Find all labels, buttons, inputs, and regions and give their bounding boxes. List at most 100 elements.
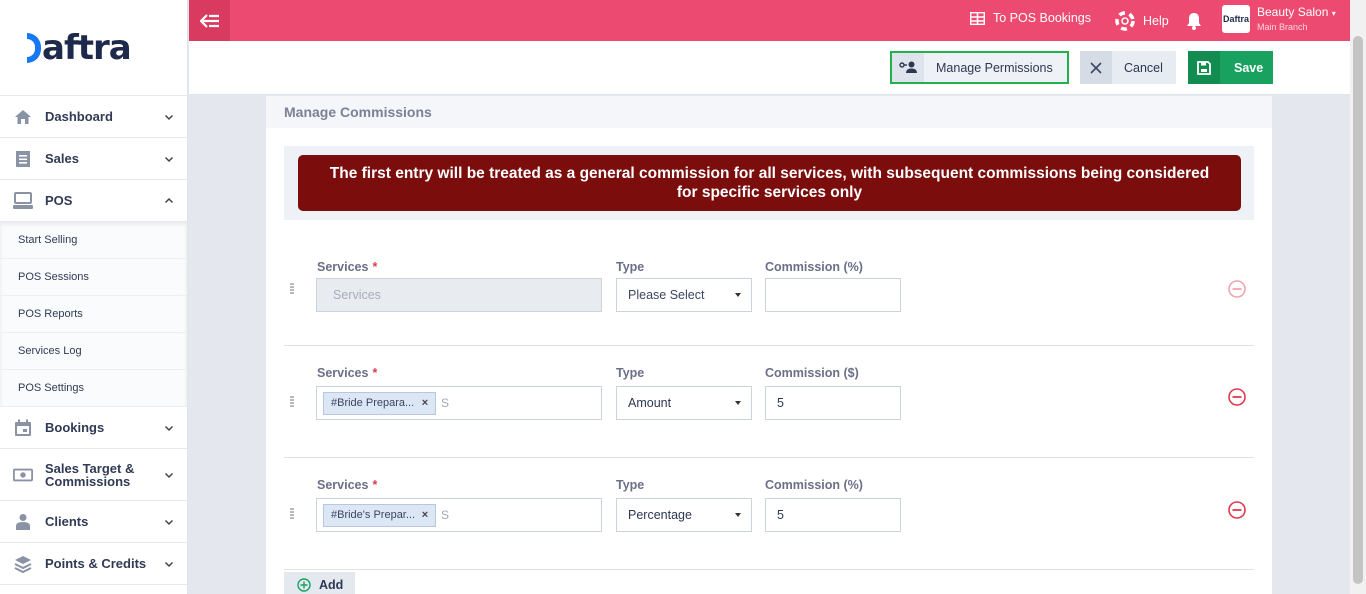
user-name: Beauty Salon bbox=[1257, 5, 1329, 19]
commission-row: Services * Type Commission (%) Services P… bbox=[284, 229, 1254, 341]
drag-handle-icon[interactable] bbox=[290, 396, 294, 408]
sidebar-item-pos[interactable]: POS bbox=[0, 180, 187, 222]
scrollbar-thumb[interactable] bbox=[1353, 36, 1363, 584]
alert-container: The first entry will be treated as a gen… bbox=[284, 146, 1254, 220]
commission-row: Services * Type Commission ($) #Bride Pre… bbox=[284, 345, 1254, 457]
type-select[interactable]: Please Select bbox=[616, 278, 752, 312]
page-scrollbar[interactable] bbox=[1350, 0, 1366, 594]
client-icon bbox=[13, 512, 33, 532]
sidebar-subitem-pos-sessions[interactable]: POS Sessions bbox=[0, 259, 187, 296]
required-mark: * bbox=[372, 366, 378, 380]
tag-remove-icon[interactable]: × bbox=[415, 397, 435, 409]
logo-mark-icon bbox=[27, 32, 41, 63]
logo-text: aftra bbox=[42, 27, 132, 68]
commission-row: Services * Type Commission (%) #Bride's P… bbox=[284, 457, 1254, 569]
commission-input[interactable]: 5 bbox=[765, 498, 901, 532]
sidebar-item-bookings[interactable]: Bookings bbox=[0, 407, 187, 449]
layers-icon bbox=[13, 554, 33, 574]
pos-submenu: Start Selling POS Sessions POS Reports S… bbox=[0, 222, 187, 407]
sidebar: aftra Dashboard Sales POS Start Selling … bbox=[0, 0, 188, 594]
sidebar-item-label: Points & Credits bbox=[45, 556, 147, 571]
type-value: Amount bbox=[628, 396, 672, 410]
services-label: Services * bbox=[317, 366, 378, 380]
save-label: Save bbox=[1234, 60, 1264, 75]
sidebar-item-label: Sales bbox=[45, 151, 79, 166]
commission-label: Commission (%) bbox=[765, 260, 863, 274]
sidebar-subitem-start-selling[interactable]: Start Selling bbox=[0, 222, 187, 259]
save-button[interactable]: Save bbox=[1188, 51, 1273, 84]
to-pos-bookings-link[interactable]: To POS Bookings bbox=[970, 11, 1091, 25]
calendar-icon bbox=[13, 418, 33, 438]
panel-title: Manage Commissions bbox=[266, 96, 1272, 128]
caret-down-icon bbox=[735, 513, 741, 517]
service-search-input[interactable]: S bbox=[441, 396, 449, 410]
services-select[interactable]: #Bride Prepara... × S bbox=[316, 386, 602, 420]
action-bar: Manage Permissions Cancel Save bbox=[189, 41, 1350, 95]
manage-permissions-label: Manage Permissions bbox=[936, 60, 1053, 75]
type-label: Type bbox=[616, 366, 645, 380]
required-mark: * bbox=[372, 260, 378, 274]
home-icon bbox=[13, 107, 33, 127]
sidebar-item-label: Bookings bbox=[45, 420, 105, 435]
user-menu[interactable]: Daftra Beauty Salon ▾ Main Branch bbox=[1222, 5, 1336, 33]
type-select[interactable]: Amount bbox=[616, 386, 752, 420]
chevron-down-icon bbox=[164, 519, 174, 525]
caret-down-icon bbox=[735, 401, 741, 405]
sidebar-subitem-pos-settings[interactable]: POS Settings bbox=[0, 370, 187, 407]
sidebar-item-label: Sales Target & Commissions bbox=[45, 460, 135, 489]
menu-collapse-button[interactable] bbox=[189, 0, 230, 41]
floppy-disk-icon bbox=[1188, 51, 1220, 84]
sidebar-item-clients[interactable]: Clients bbox=[0, 501, 187, 543]
sidebar-subitem-pos-reports[interactable]: POS Reports bbox=[0, 296, 187, 333]
pos-terminal-icon bbox=[13, 191, 33, 211]
table-grid-icon bbox=[970, 11, 985, 25]
user-branch: Main Branch bbox=[1257, 22, 1308, 32]
chevron-up-icon bbox=[164, 197, 174, 203]
chevron-down-icon bbox=[164, 114, 174, 120]
service-tag: #Bride's Prepar... × bbox=[323, 503, 436, 527]
sidebar-item-dashboard[interactable]: Dashboard bbox=[0, 96, 187, 138]
daftra-logo[interactable]: aftra bbox=[0, 0, 187, 96]
lifebuoy-icon bbox=[1115, 11, 1135, 31]
chevron-down-icon bbox=[164, 425, 174, 431]
notifications-button[interactable] bbox=[1186, 12, 1210, 30]
commission-info-alert: The first entry will be treated as a gen… bbox=[298, 155, 1241, 211]
type-select[interactable]: Percentage bbox=[616, 498, 752, 532]
sidebar-item-sales[interactable]: Sales bbox=[0, 138, 187, 180]
sidebar-item-sales-target[interactable]: Sales Target & Commissions bbox=[0, 449, 187, 501]
plus-circle-icon bbox=[297, 578, 311, 592]
commission-input[interactable]: 5 bbox=[765, 386, 901, 420]
remove-row-icon[interactable] bbox=[1227, 500, 1247, 520]
arrow-left-menu-icon bbox=[199, 13, 219, 28]
cancel-label: Cancel bbox=[1124, 60, 1163, 75]
commission-label: Commission ($) bbox=[765, 366, 859, 380]
remove-row-icon[interactable] bbox=[1227, 279, 1247, 299]
help-label: Help bbox=[1143, 14, 1169, 28]
chevron-down-icon bbox=[164, 561, 174, 567]
sidebar-item-points-credits[interactable]: Points & Credits bbox=[0, 543, 187, 585]
top-bar: To POS Bookings Help Daftra Beauty Salon… bbox=[189, 0, 1350, 41]
tag-remove-icon[interactable]: × bbox=[415, 509, 435, 521]
service-search-input[interactable]: S bbox=[441, 508, 449, 522]
type-label: Type bbox=[616, 260, 645, 274]
commission-label: Commission (%) bbox=[765, 478, 863, 492]
drag-handle-icon[interactable] bbox=[290, 283, 294, 295]
cancel-button[interactable]: Cancel bbox=[1080, 51, 1176, 84]
row-divider bbox=[284, 569, 1254, 570]
services-select: Services bbox=[316, 278, 602, 312]
help-link[interactable]: Help bbox=[1115, 11, 1169, 31]
manage-permissions-button[interactable]: Manage Permissions bbox=[890, 51, 1069, 84]
drag-handle-icon[interactable] bbox=[290, 508, 294, 520]
sidebar-item-label: Clients bbox=[45, 514, 89, 529]
type-label: Type bbox=[616, 478, 645, 492]
money-icon bbox=[13, 465, 33, 485]
sidebar-item-label: Dashboard bbox=[45, 109, 113, 124]
sidebar-subitem-services-log[interactable]: Services Log bbox=[0, 333, 187, 370]
type-value: Please Select bbox=[628, 288, 705, 302]
add-row-button[interactable]: Add bbox=[284, 572, 355, 594]
user-key-icon bbox=[892, 53, 924, 82]
commission-input[interactable] bbox=[765, 278, 901, 312]
services-select[interactable]: #Bride's Prepar... × S bbox=[316, 498, 602, 532]
remove-row-icon[interactable] bbox=[1227, 387, 1247, 407]
caret-down-icon bbox=[735, 293, 741, 297]
